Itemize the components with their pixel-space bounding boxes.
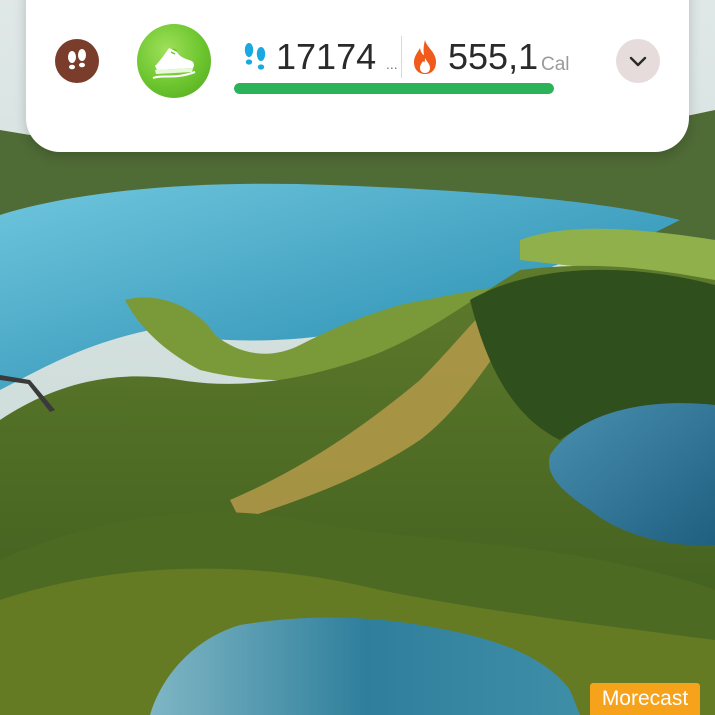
app-logo[interactable] (137, 24, 211, 98)
stats-row: 17174 ... 555,1 Cal (238, 34, 578, 84)
goal-progress-fill (234, 83, 554, 94)
flame-icon (414, 40, 436, 74)
running-shoe-icon (152, 48, 196, 79)
chevron-down-icon (629, 56, 647, 67)
expand-button[interactable] (616, 39, 660, 83)
morecast-ad-badge[interactable]: Morecast (590, 683, 700, 715)
steps-button[interactable] (55, 39, 99, 83)
stats-divider (401, 36, 402, 78)
step-counter-widget[interactable]: 17174 ... 555,1 Cal (120, 6, 587, 116)
calories-value: 555,1 (448, 36, 539, 77)
morecast-label: Morecast (601, 687, 689, 710)
footprints-icon (244, 43, 266, 70)
steps-count: 17174 (276, 36, 377, 77)
goal-progress-bar (234, 83, 554, 94)
steps-truncation: ... (386, 56, 398, 72)
footprints-icon (68, 49, 86, 70)
calories-unit: Cal (541, 54, 570, 75)
